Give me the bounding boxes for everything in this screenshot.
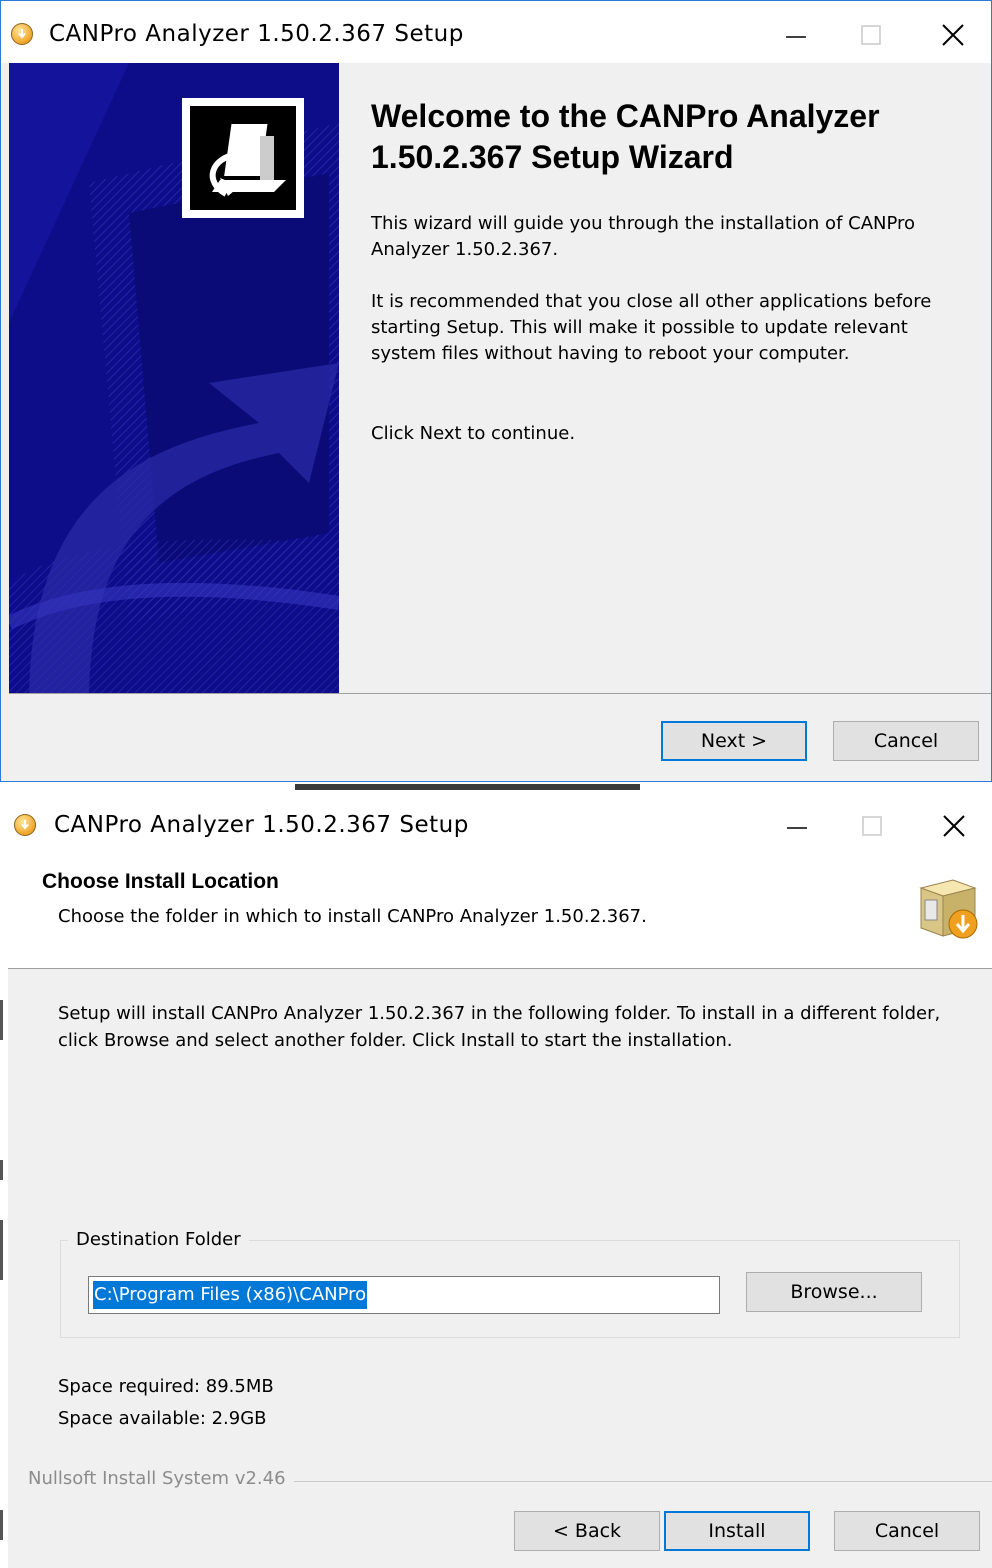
- setup-window-install-location: CANPro Analyzer 1.50.2.367 Setup Choose …: [8, 800, 992, 1568]
- window-title: CANPro Analyzer 1.50.2.367 Setup: [49, 21, 464, 47]
- minimize-button[interactable]: [777, 806, 817, 846]
- intro-paragraph: This wizard will guide you through the i…: [371, 213, 916, 260]
- close-icon: [943, 815, 965, 837]
- installer-logo-icon: [209, 124, 286, 197]
- close-icon: [942, 24, 964, 46]
- next-button[interactable]: Next >: [661, 721, 807, 761]
- minimize-icon: [787, 827, 807, 829]
- back-button[interactable]: < Back: [514, 1511, 660, 1551]
- recommendation-paragraph: It is recommended that you close all oth…: [371, 291, 932, 364]
- destination-folder-input[interactable]: C:\Program Files (x86)\CANPro: [88, 1276, 720, 1314]
- space-available: Space available: 2.9GB: [58, 1408, 267, 1429]
- box-install-icon: [919, 879, 978, 939]
- background-window-fragment: [295, 784, 640, 790]
- edge-artifact: [0, 1510, 3, 1540]
- continue-paragraph: Click Next to continue.: [371, 423, 576, 444]
- maximize-icon: [862, 816, 882, 836]
- setup-window-welcome: CANPro Analyzer 1.50.2.367 Setup Welcome…: [0, 0, 992, 782]
- minimize-button[interactable]: [776, 15, 816, 55]
- close-button[interactable]: [933, 15, 973, 55]
- footer-divider: [9, 693, 991, 694]
- edge-artifact: [0, 1220, 3, 1280]
- branding-line: Nullsoft Install System v2.46: [28, 1468, 992, 1492]
- wizard-banner-image: [9, 63, 339, 693]
- install-button[interactable]: Install: [664, 1511, 810, 1551]
- instructions-text: Setup will install CANPro Analyzer 1.50.…: [58, 1003, 941, 1051]
- destination-folder-value: C:\Program Files (x86)\CANPro: [93, 1281, 368, 1309]
- title-bar[interactable]: CANPro Analyzer 1.50.2.367 Setup: [1, 1, 991, 63]
- browse-button[interactable]: Browse...: [746, 1272, 922, 1312]
- close-button[interactable]: [934, 806, 974, 846]
- minimize-icon: [786, 36, 806, 38]
- installer-app-icon: [14, 814, 36, 836]
- edge-artifact: [0, 1160, 3, 1180]
- window-title: CANPro Analyzer 1.50.2.367 Setup: [54, 812, 469, 838]
- installer-logo: [182, 98, 304, 218]
- title-bar[interactable]: CANPro Analyzer 1.50.2.367 Setup: [8, 800, 992, 852]
- space-required: Space required: 89.5MB: [58, 1376, 274, 1397]
- branding-text: Nullsoft Install System v2.46: [28, 1468, 294, 1489]
- welcome-heading: Welcome to the CANPro Analyzer 1.50.2.36…: [371, 98, 880, 175]
- cancel-button[interactable]: Cancel: [833, 721, 979, 761]
- page-subtitle: Choose the folder in which to install CA…: [58, 906, 647, 927]
- installer-app-icon: [11, 23, 33, 45]
- maximize-button[interactable]: [851, 15, 891, 55]
- maximize-button[interactable]: [852, 806, 892, 846]
- maximize-icon: [861, 25, 881, 45]
- cancel-button[interactable]: Cancel: [834, 1511, 980, 1551]
- destination-folder-label: Destination Folder: [68, 1229, 249, 1250]
- edge-artifact: [0, 1000, 3, 1040]
- header-divider: [8, 968, 992, 969]
- page-title: Choose Install Location: [42, 870, 279, 893]
